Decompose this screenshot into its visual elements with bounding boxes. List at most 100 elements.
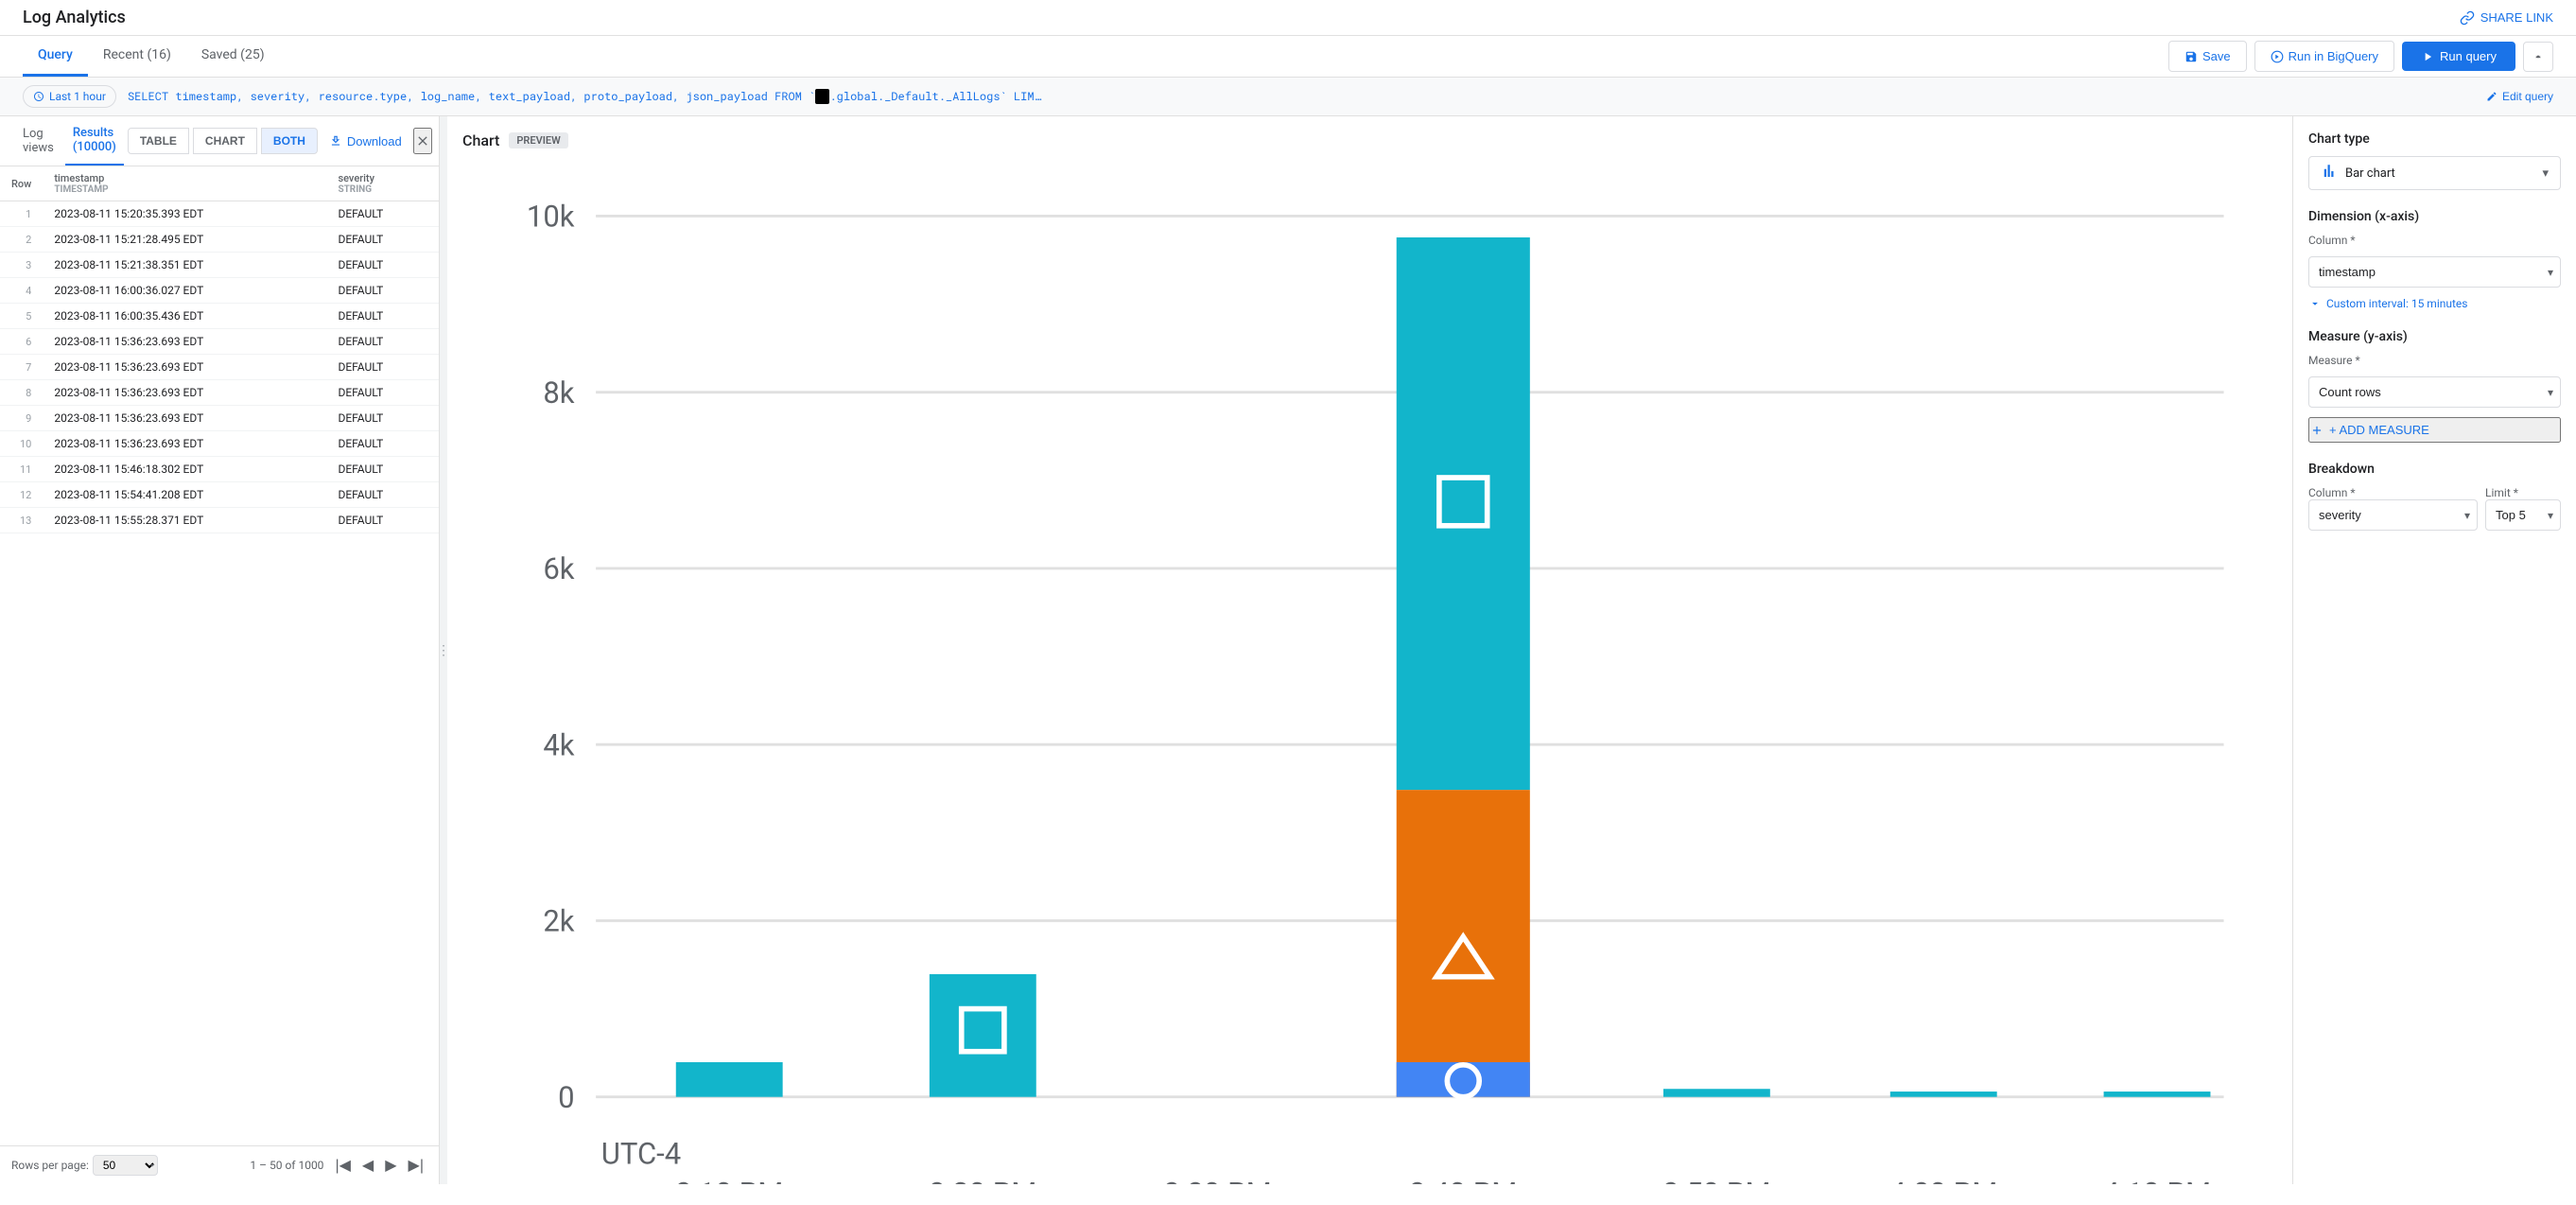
cell-timestamp: 2023-08-11 15:36:23.693 EDT bbox=[43, 380, 326, 406]
breakdown-limit: Limit * Top 5 Top 10 Top 20 bbox=[2485, 486, 2561, 531]
next-page-button[interactable]: ▶ bbox=[381, 1154, 400, 1177]
cell-timestamp: 2023-08-11 15:36:23.693 EDT bbox=[43, 329, 326, 355]
cell-severity: DEFAULT bbox=[326, 508, 439, 533]
table-row: 2 2023-08-11 15:21:28.495 EDT DEFAULT bbox=[0, 227, 439, 253]
cell-row-num: 7 bbox=[0, 355, 43, 380]
cell-timestamp: 2023-08-11 15:55:28.371 EDT bbox=[43, 508, 326, 533]
pencil-icon bbox=[2486, 91, 2498, 102]
cell-timestamp: 2023-08-11 15:21:38.351 EDT bbox=[43, 253, 326, 278]
cell-row-num: 10 bbox=[0, 431, 43, 457]
svg-text:UTC-4: UTC-4 bbox=[601, 1136, 681, 1171]
cell-timestamp: 2023-08-11 16:00:36.027 EDT bbox=[43, 278, 326, 304]
view-chart-button[interactable]: CHART bbox=[193, 128, 257, 154]
main-layout: Log views Results (10000) TABLE CHART BO… bbox=[0, 116, 2576, 1184]
query-prefix: SELECT timestamp, severity, resource.typ… bbox=[128, 89, 815, 104]
run-query-label: Run query bbox=[2440, 49, 2497, 63]
breakdown-column-label: Column * bbox=[2308, 486, 2478, 499]
page-navigation: |◀ ◀ ▶ ▶| bbox=[331, 1154, 427, 1177]
tab-saved[interactable]: Saved (25) bbox=[186, 36, 280, 77]
table-row: 12 2023-08-11 15:54:41.208 EDT DEFAULT bbox=[0, 482, 439, 508]
chevron-up-down-icon bbox=[2532, 50, 2545, 63]
breakdown-limit-select[interactable]: Top 5 Top 10 Top 20 bbox=[2485, 499, 2561, 531]
edit-query-button[interactable]: Edit query bbox=[2486, 90, 2553, 103]
page-info: 1 – 50 of 1000 bbox=[250, 1159, 323, 1172]
save-button[interactable]: Save bbox=[2168, 41, 2247, 72]
measure-label: Measure * bbox=[2308, 354, 2561, 367]
svg-text:4:10 PM: 4:10 PM bbox=[2103, 1177, 2211, 1184]
cell-severity: DEFAULT bbox=[326, 329, 439, 355]
breakdown-limit-select-wrapper: Top 5 Top 10 Top 20 bbox=[2485, 499, 2561, 531]
right-panel: Chart type Bar chart ▾ Dimension (x-axis… bbox=[2292, 116, 2576, 1184]
bar-chart-icon bbox=[2321, 163, 2338, 183]
prev-page-button[interactable]: ◀ bbox=[358, 1154, 377, 1177]
last-page-button[interactable]: ▶| bbox=[405, 1154, 427, 1177]
cell-severity: DEFAULT bbox=[326, 380, 439, 406]
chart-type-title: Chart type bbox=[2308, 131, 2561, 147]
share-link-button[interactable]: SHARE LINK bbox=[2460, 10, 2553, 26]
chart-type-selector[interactable]: Bar chart ▾ bbox=[2308, 156, 2561, 190]
rows-per-page: Rows per page: 50 100 200 bbox=[11, 1155, 158, 1176]
left-panel: Log views Results (10000) TABLE CHART BO… bbox=[0, 116, 440, 1184]
cell-severity: DEFAULT bbox=[326, 201, 439, 227]
share-link-label: SHARE LINK bbox=[2480, 10, 2553, 25]
clock-icon bbox=[33, 91, 44, 102]
play-icon bbox=[2421, 50, 2434, 63]
download-button[interactable]: Download bbox=[322, 129, 409, 154]
cell-row-num: 12 bbox=[0, 482, 43, 508]
measure-title: Measure (y-axis) bbox=[2308, 329, 2561, 344]
svg-text:0: 0 bbox=[558, 1080, 574, 1115]
center-panel: Chart PREVIEW 10k 8k 6k 4k 2 bbox=[447, 116, 2292, 1184]
custom-interval-label: Custom interval: 15 minutes bbox=[2326, 297, 2467, 310]
cell-timestamp: 2023-08-11 15:54:41.208 EDT bbox=[43, 482, 326, 508]
link-icon bbox=[2460, 10, 2475, 26]
bigquery-icon bbox=[2271, 50, 2284, 63]
svg-text:3:50 PM: 3:50 PM bbox=[1662, 1177, 1770, 1184]
results-tabs-bar: Log views Results (10000) TABLE CHART BO… bbox=[0, 116, 439, 166]
add-measure-button[interactable]: + ADD MEASURE bbox=[2308, 417, 2561, 443]
table-row: 10 2023-08-11 15:36:23.693 EDT DEFAULT bbox=[0, 431, 439, 457]
cell-row-num: 3 bbox=[0, 253, 43, 278]
breakdown-column-select[interactable]: severity timestamp bbox=[2308, 499, 2478, 531]
first-page-button[interactable]: |◀ bbox=[331, 1154, 354, 1177]
cell-row-num: 13 bbox=[0, 508, 43, 533]
dimension-section: Dimension (x-axis) Column * timestamp se… bbox=[2308, 209, 2561, 310]
panel-divider[interactable] bbox=[440, 116, 447, 1184]
app-header: Log Analytics SHARE LINK bbox=[0, 0, 2576, 36]
run-query-button[interactable]: Run query bbox=[2402, 42, 2515, 71]
view-table-button[interactable]: TABLE bbox=[128, 128, 189, 154]
cell-severity: DEFAULT bbox=[326, 227, 439, 253]
cell-timestamp: 2023-08-11 15:21:28.495 EDT bbox=[43, 227, 326, 253]
download-icon bbox=[329, 134, 342, 148]
table-row: 7 2023-08-11 15:36:23.693 EDT DEFAULT bbox=[0, 355, 439, 380]
chart-area: 10k 8k 6k 4k 2k 0 UTC-4 3:10 PM bbox=[462, 161, 2277, 1184]
svg-text:3:30 PM: 3:30 PM bbox=[1164, 1177, 1272, 1184]
view-both-button[interactable]: BOTH bbox=[261, 128, 318, 154]
time-range-label: Last 1 hour bbox=[49, 90, 106, 103]
measure-select[interactable]: Count rows Sum Average bbox=[2308, 376, 2561, 408]
scroll-button[interactable] bbox=[2523, 42, 2553, 72]
svg-text:8k: 8k bbox=[543, 375, 574, 410]
chevron-down-icon bbox=[2308, 297, 2322, 310]
custom-interval[interactable]: Custom interval: 15 minutes bbox=[2308, 297, 2561, 310]
dimension-column-select[interactable]: timestamp severity bbox=[2308, 256, 2561, 288]
tab-results[interactable]: Results (10000) bbox=[65, 116, 124, 166]
query-text-display: SELECT timestamp, severity, resource.typ… bbox=[128, 89, 2475, 104]
cell-severity: DEFAULT bbox=[326, 406, 439, 431]
chart-type-arrow-icon: ▾ bbox=[2542, 166, 2549, 181]
cell-severity: DEFAULT bbox=[326, 482, 439, 508]
tab-recent[interactable]: Recent (16) bbox=[88, 36, 186, 77]
rows-per-page-select[interactable]: 50 100 200 bbox=[93, 1155, 158, 1176]
run-bigquery-button[interactable]: Run in BigQuery bbox=[2254, 41, 2394, 72]
edit-query-label: Edit query bbox=[2502, 90, 2553, 103]
table-row: 11 2023-08-11 15:46:18.302 EDT DEFAULT bbox=[0, 457, 439, 482]
tab-log-views[interactable]: Log views bbox=[15, 117, 61, 165]
close-panel-button[interactable] bbox=[413, 128, 432, 154]
tab-query[interactable]: Query bbox=[23, 36, 88, 77]
bar-chart-svg: 10k 8k 6k 4k 2k 0 UTC-4 3:10 PM bbox=[462, 161, 2277, 1184]
breakdown-column-select-wrapper: severity timestamp bbox=[2308, 499, 2478, 531]
query-bar: Last 1 hour SELECT timestamp, severity, … bbox=[0, 78, 2576, 116]
breakdown-limit-label: Limit * bbox=[2485, 486, 2561, 499]
table-row: 8 2023-08-11 15:36:23.693 EDT DEFAULT bbox=[0, 380, 439, 406]
time-range-chip[interactable]: Last 1 hour bbox=[23, 85, 116, 108]
table-row: 13 2023-08-11 15:55:28.371 EDT DEFAULT bbox=[0, 508, 439, 533]
